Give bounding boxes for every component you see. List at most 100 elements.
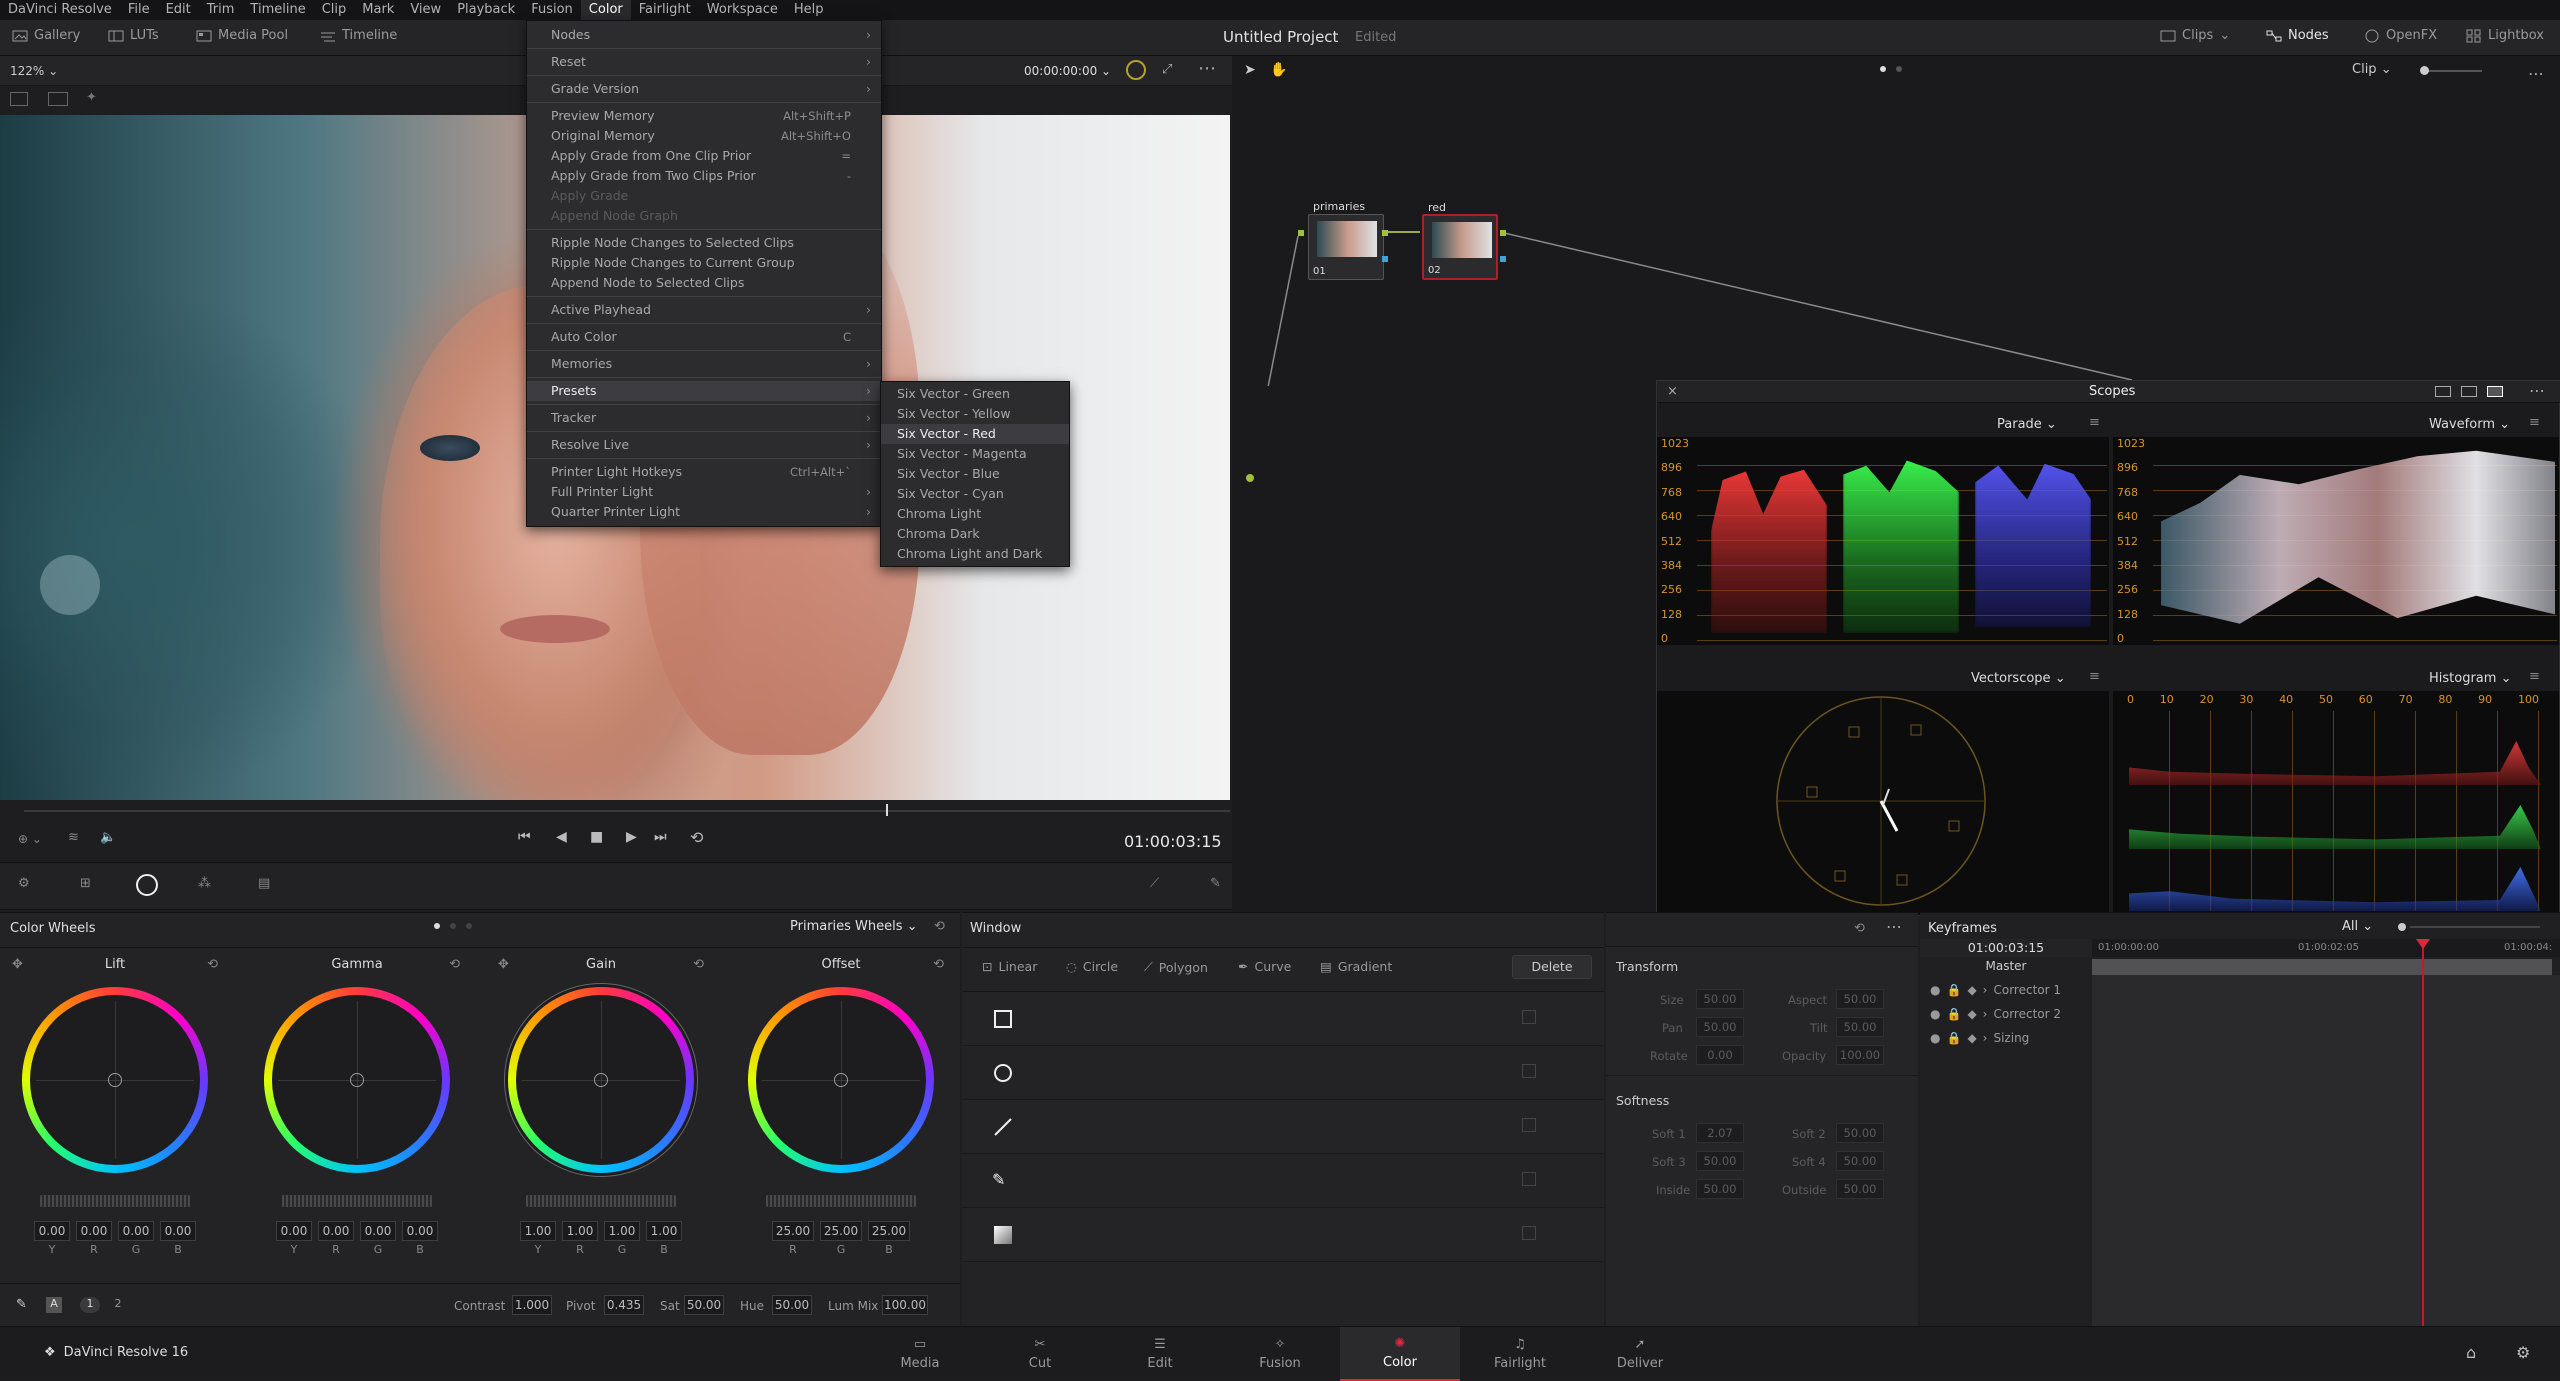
hue-field[interactable]: 50.00 bbox=[772, 1295, 812, 1315]
gain-g[interactable]: 1.00 bbox=[604, 1221, 640, 1241]
volume-icon[interactable]: 🔈 bbox=[100, 830, 116, 845]
soft1-field[interactable]: 2.07 bbox=[1696, 1123, 1744, 1143]
scopes-more-icon[interactable]: ⋯ bbox=[2529, 381, 2545, 400]
sat-field[interactable]: 50.00 bbox=[684, 1295, 724, 1315]
color-menu-item-ripple-node-changes-to-selected-clips[interactable]: Ripple Node Changes to Selected Clips bbox=[527, 233, 881, 253]
waveform-settings-icon[interactable]: ≡ bbox=[2529, 415, 2540, 430]
media-pool-button[interactable]: Media Pool bbox=[196, 28, 288, 43]
wheels-page-dot-2[interactable] bbox=[450, 923, 456, 929]
luts-button[interactable]: LUTs bbox=[108, 28, 159, 43]
timecode-top[interactable]: 00:00:00:00 ⌄ bbox=[1024, 64, 1111, 78]
hdr-wheels-icon[interactable]: ⁂ bbox=[198, 876, 211, 891]
color-menu-item-tracker[interactable]: Tracker › bbox=[527, 408, 881, 428]
gradient-window-button[interactable]: ▤ Gradient bbox=[1320, 959, 1392, 974]
preset-item-six-vector-cyan[interactable]: Six Vector - Cyan bbox=[881, 484, 1069, 504]
scrubber-track[interactable] bbox=[24, 810, 1230, 812]
lum-mix-field[interactable]: 100.00 bbox=[882, 1295, 928, 1315]
gamma-crosshair[interactable] bbox=[350, 1073, 364, 1087]
auto-button[interactable]: A bbox=[46, 1297, 62, 1313]
page-1-button[interactable]: 1 bbox=[80, 1297, 100, 1313]
more-options-icon[interactable]: ⋯ bbox=[1198, 58, 1216, 79]
window-row-linear[interactable] bbox=[962, 1100, 1604, 1154]
gain-wheel[interactable] bbox=[508, 987, 694, 1173]
track-corrector-2[interactable]: ● 🔒 ◆ › Corrector 2 bbox=[1930, 1007, 2061, 1021]
layout-single-icon[interactable] bbox=[2435, 386, 2451, 397]
page-color[interactable]: ✺ Color bbox=[1340, 1327, 1460, 1381]
vectorscope-settings-icon[interactable]: ≡ bbox=[2089, 669, 2100, 684]
color-menu-item-append-node-to-selected-clips[interactable]: Append Node to Selected Clips bbox=[527, 273, 881, 293]
keyframes-zoom-slider[interactable] bbox=[2410, 926, 2540, 928]
color-menu-item-full-printer-light[interactable]: Full Printer Light › bbox=[527, 482, 881, 502]
size-field[interactable]: 50.00 bbox=[1696, 989, 1744, 1009]
fullscreen-icon[interactable]: ⤢ bbox=[1162, 62, 1172, 77]
window-enable-checkbox[interactable] bbox=[1522, 1010, 1536, 1024]
page-edit[interactable]: ☰ Edit bbox=[1100, 1327, 1220, 1381]
page-fusion[interactable]: ✧ Fusion bbox=[1220, 1327, 1340, 1381]
gallery-button[interactable]: Gallery bbox=[12, 28, 80, 43]
page-2-button[interactable]: 2 bbox=[108, 1297, 128, 1313]
openfx-button[interactable]: OpenFX bbox=[2364, 28, 2437, 43]
lift-y[interactable]: 0.00 bbox=[34, 1221, 70, 1241]
lift-crosshair[interactable] bbox=[108, 1073, 122, 1087]
wheels-page-dot-3[interactable] bbox=[466, 923, 472, 929]
pan-field[interactable]: 50.00 bbox=[1696, 1017, 1744, 1037]
inside-field[interactable]: 50.00 bbox=[1696, 1179, 1744, 1199]
aspect-field[interactable]: 50.00 bbox=[1836, 989, 1884, 1009]
vectorscope-dropdown[interactable]: Vectorscope ⌄ bbox=[1971, 667, 2066, 689]
menu-file[interactable]: File bbox=[120, 0, 158, 20]
window-enable-checkbox-4[interactable] bbox=[1522, 1172, 1536, 1186]
menu-trim[interactable]: Trim bbox=[199, 0, 243, 20]
close-icon[interactable]: × bbox=[1667, 384, 1678, 399]
lift-b[interactable]: 0.00 bbox=[160, 1221, 196, 1241]
menu-app[interactable]: DaVinci Resolve bbox=[0, 0, 120, 20]
color-menu-item-ripple-node-changes-to-current-group[interactable]: Ripple Node Changes to Current Group bbox=[527, 253, 881, 273]
sync-icon[interactable] bbox=[1126, 60, 1146, 80]
gain-y[interactable]: 1.00 bbox=[520, 1221, 556, 1241]
menu-help[interactable]: Help bbox=[786, 0, 832, 20]
settings-gear-icon[interactable]: ⚙ bbox=[2516, 1343, 2530, 1362]
gain-b[interactable]: 1.00 bbox=[646, 1221, 682, 1241]
lift-reset-icon[interactable]: ⟲ bbox=[207, 957, 218, 972]
lift-master-jog[interactable] bbox=[40, 1195, 190, 1207]
layers-icon[interactable]: ≋ bbox=[68, 830, 79, 845]
preset-item-six-vector-blue[interactable]: Six Vector - Blue bbox=[881, 464, 1069, 484]
track-corrector-1[interactable]: ● 🔒 ◆ › Corrector 1 bbox=[1930, 983, 2061, 997]
outside-field[interactable]: 50.00 bbox=[1836, 1179, 1884, 1199]
menu-playback[interactable]: Playback bbox=[449, 0, 523, 20]
loop-icon[interactable]: ⟲ bbox=[690, 828, 703, 847]
window-more-icon[interactable]: ⋯ bbox=[1886, 917, 1902, 936]
single-view-icon[interactable] bbox=[10, 92, 28, 106]
pivot-field[interactable]: 0.435 bbox=[604, 1295, 644, 1315]
scrubber-playhead[interactable] bbox=[886, 804, 888, 816]
opacity-field[interactable]: 100.00 bbox=[1836, 1045, 1884, 1065]
window-row-square[interactable] bbox=[962, 992, 1604, 1046]
linear-window-button[interactable]: ⊡ Linear bbox=[982, 959, 1037, 974]
gamma-r[interactable]: 0.00 bbox=[318, 1221, 354, 1241]
page-cut[interactable]: ✂ Cut bbox=[980, 1327, 1100, 1381]
soft2-field[interactable]: 50.00 bbox=[1836, 1123, 1884, 1143]
color-wheels-icon[interactable] bbox=[136, 874, 158, 896]
home-icon[interactable]: ⌂ bbox=[2466, 1343, 2476, 1362]
gain-reset-icon[interactable]: ⟲ bbox=[693, 957, 704, 972]
histogram-settings-icon[interactable]: ≡ bbox=[2529, 669, 2540, 684]
auto-balance-icon[interactable]: ✎ bbox=[16, 1297, 27, 1312]
contrast-field[interactable]: 1.000 bbox=[512, 1295, 552, 1315]
keyframes-playhead[interactable] bbox=[2422, 939, 2424, 1327]
menu-fusion[interactable]: Fusion bbox=[523, 0, 581, 20]
preset-item-chroma-light[interactable]: Chroma Light bbox=[881, 504, 1069, 524]
color-menu-item-grade-version[interactable]: Grade Version › bbox=[527, 79, 881, 99]
preset-item-six-vector-magenta[interactable]: Six Vector - Magenta bbox=[881, 444, 1069, 464]
color-menu-item-apply-grade-from-one-clip-prior[interactable]: Apply Grade from One Clip Prior = bbox=[527, 146, 881, 166]
gamma-y[interactable]: 0.00 bbox=[276, 1221, 312, 1241]
window-enable-checkbox-2[interactable] bbox=[1522, 1064, 1536, 1078]
wheels-reset-icon[interactable]: ⟲ bbox=[934, 919, 945, 934]
preset-item-six-vector-red[interactable]: Six Vector - Red bbox=[881, 424, 1069, 444]
keyframes-filter-dropdown[interactable]: All ⌄ bbox=[2342, 919, 2373, 934]
keyframes-ruler[interactable]: 01:00:00:00 01:00:02:05 01:00:04: bbox=[2092, 939, 2560, 957]
menu-timeline[interactable]: Timeline bbox=[242, 0, 313, 20]
soft3-field[interactable]: 50.00 bbox=[1696, 1151, 1744, 1171]
color-menu-item-active-playhead[interactable]: Active Playhead › bbox=[527, 300, 881, 320]
go-to-end-icon[interactable]: ⏭ bbox=[654, 829, 667, 845]
lift-g[interactable]: 0.00 bbox=[118, 1221, 154, 1241]
qualifier-icon[interactable]: ✎ bbox=[1210, 876, 1221, 891]
